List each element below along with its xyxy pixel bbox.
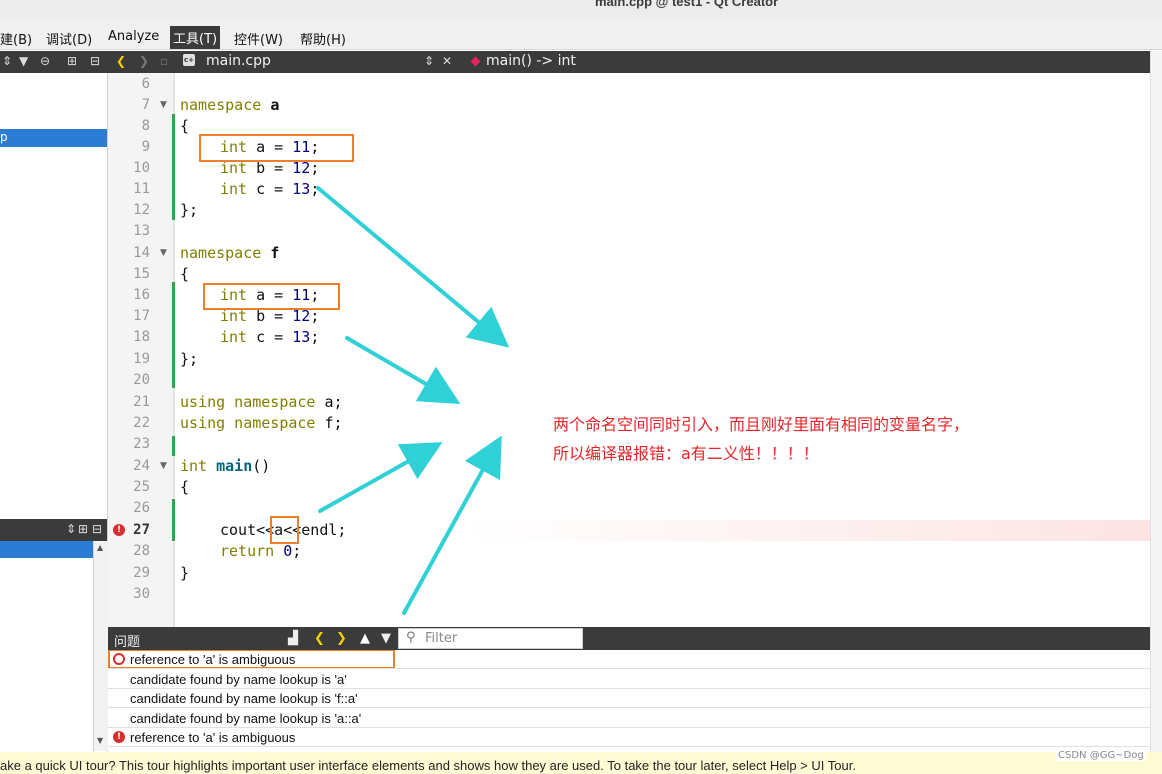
annotation-note: 两个命名空间同时引入，而且刚好里面有相同的变量名字， bbox=[553, 415, 970, 434]
issue-row[interactable]: candidate found by name lookup is 'a::a' bbox=[108, 709, 1150, 728]
editor-scrollbar[interactable] bbox=[1150, 51, 1162, 752]
issue-text: reference to 'a' is ambiguous bbox=[130, 730, 296, 745]
issues-filter-input[interactable]: ⚲ Filter bbox=[398, 628, 583, 649]
warning-filter-icon[interactable]: ▲ bbox=[360, 631, 370, 646]
issues-toolbar: 问题 ▟ ❮ ❯ ▲ ▼ bbox=[108, 627, 1150, 650]
prev-issue-icon[interactable]: ❮ bbox=[314, 631, 325, 646]
issue-row[interactable]: reference to 'a' is ambiguous bbox=[108, 650, 1150, 669]
qt-creator-window: main.cpp @ test1 - Qt Creator 建(B) 调试(D)… bbox=[0, 0, 1162, 774]
issue-text: candidate found by name lookup is 'a' bbox=[130, 672, 347, 687]
watermark: CSDN @GG~Dog bbox=[1056, 750, 1146, 761]
filter-placeholder: Filter bbox=[425, 631, 458, 646]
annotation-note: 所以编译器报错：a有二义性！！！！ bbox=[553, 444, 819, 463]
ui-tour-banner: ake a quick UI tour? This tour highlight… bbox=[0, 752, 1162, 774]
error-icon: ! bbox=[113, 731, 125, 743]
filter-icon[interactable]: ▼ bbox=[381, 631, 391, 646]
issue-row[interactable]: candidate found by name lookup is 'a' bbox=[108, 670, 1150, 689]
issue-text: reference to 'a' is ambiguous bbox=[130, 652, 296, 667]
error-outline-icon bbox=[113, 653, 125, 665]
issue-text: candidate found by name lookup is 'a::a' bbox=[130, 711, 362, 726]
arrow bbox=[316, 186, 510, 348]
issues-title: 问题 bbox=[114, 635, 141, 650]
issue-row[interactable]: candidate found by name lookup is 'f::a' bbox=[108, 689, 1150, 708]
issue-row[interactable]: ! reference to 'a' is ambiguous bbox=[108, 728, 1150, 747]
issue-text: candidate found by name lookup is 'f::a' bbox=[130, 691, 358, 706]
arrow bbox=[345, 336, 461, 405]
arrow bbox=[402, 435, 502, 615]
arrow bbox=[318, 442, 443, 513]
sort-icon[interactable]: ▟ bbox=[288, 631, 298, 646]
next-issue-icon[interactable]: ❯ bbox=[336, 631, 347, 646]
ui-tour-message: ake a quick UI tour? This tour highlight… bbox=[0, 758, 856, 773]
search-icon: ⚲ bbox=[406, 630, 416, 645]
